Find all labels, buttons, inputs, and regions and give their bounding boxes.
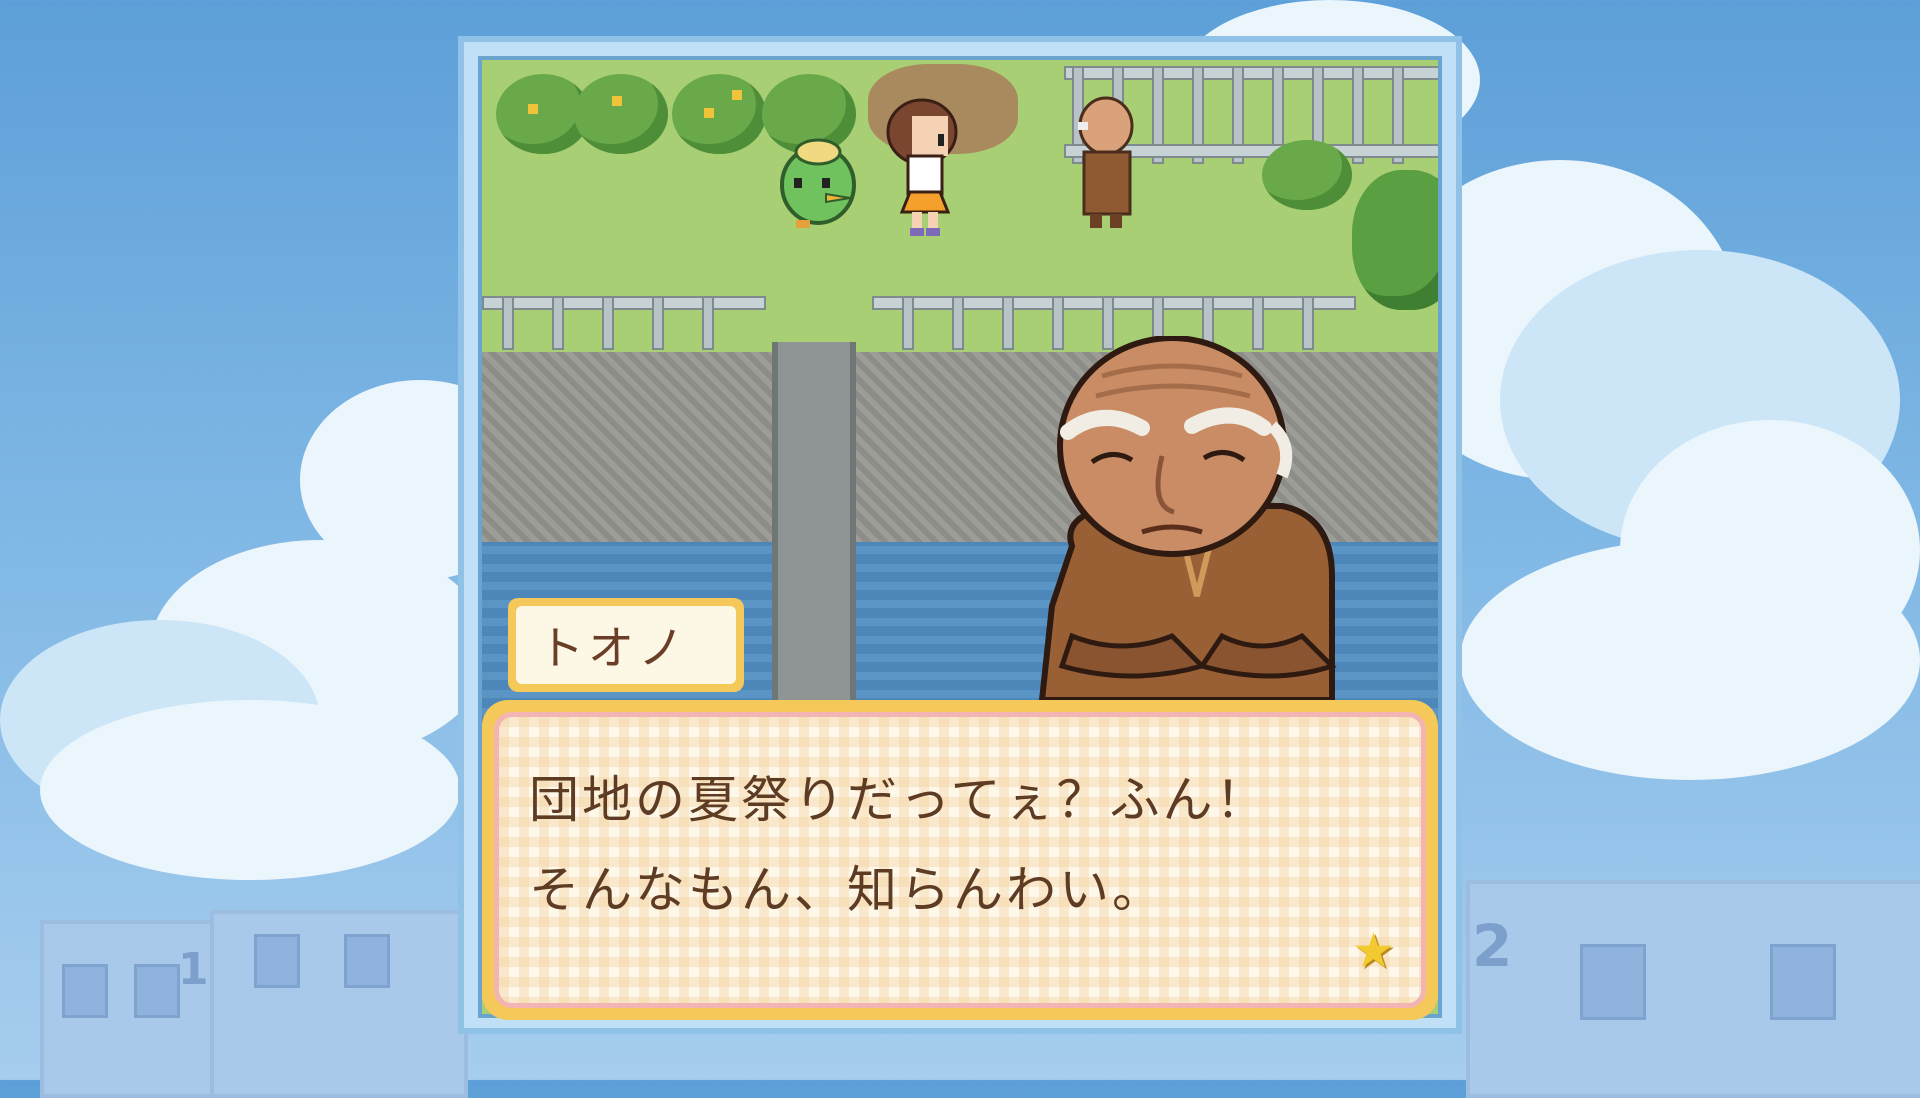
dialogue-box[interactable]: 団地の夏祭りだってぇ？ふん！ そんなもん、知らんわい。 ★ bbox=[482, 700, 1438, 1020]
kappa-companion-sprite bbox=[780, 138, 856, 228]
dialogue-text-area: 団地の夏祭りだってぇ？ふん！ そんなもん、知らんわい。 ★ bbox=[494, 712, 1426, 1008]
speaker-name-tag: トオノ bbox=[508, 598, 744, 692]
speaker-name: トオノ bbox=[516, 606, 736, 684]
dialogue-line-1: 団地の夏祭りだってぇ？ふん！ bbox=[529, 771, 1269, 829]
girl-player-sprite bbox=[886, 98, 958, 236]
old-man-tono-sprite bbox=[1078, 96, 1134, 228]
dialogue-line-2: そんなもん、知らんわい。 bbox=[529, 861, 1165, 919]
building-number-1: 1 bbox=[178, 944, 209, 995]
star-icon[interactable]: ★ bbox=[1352, 923, 1395, 979]
building-number-2: 2 bbox=[1472, 912, 1513, 980]
old-man-tono-portrait bbox=[1038, 336, 1337, 700]
